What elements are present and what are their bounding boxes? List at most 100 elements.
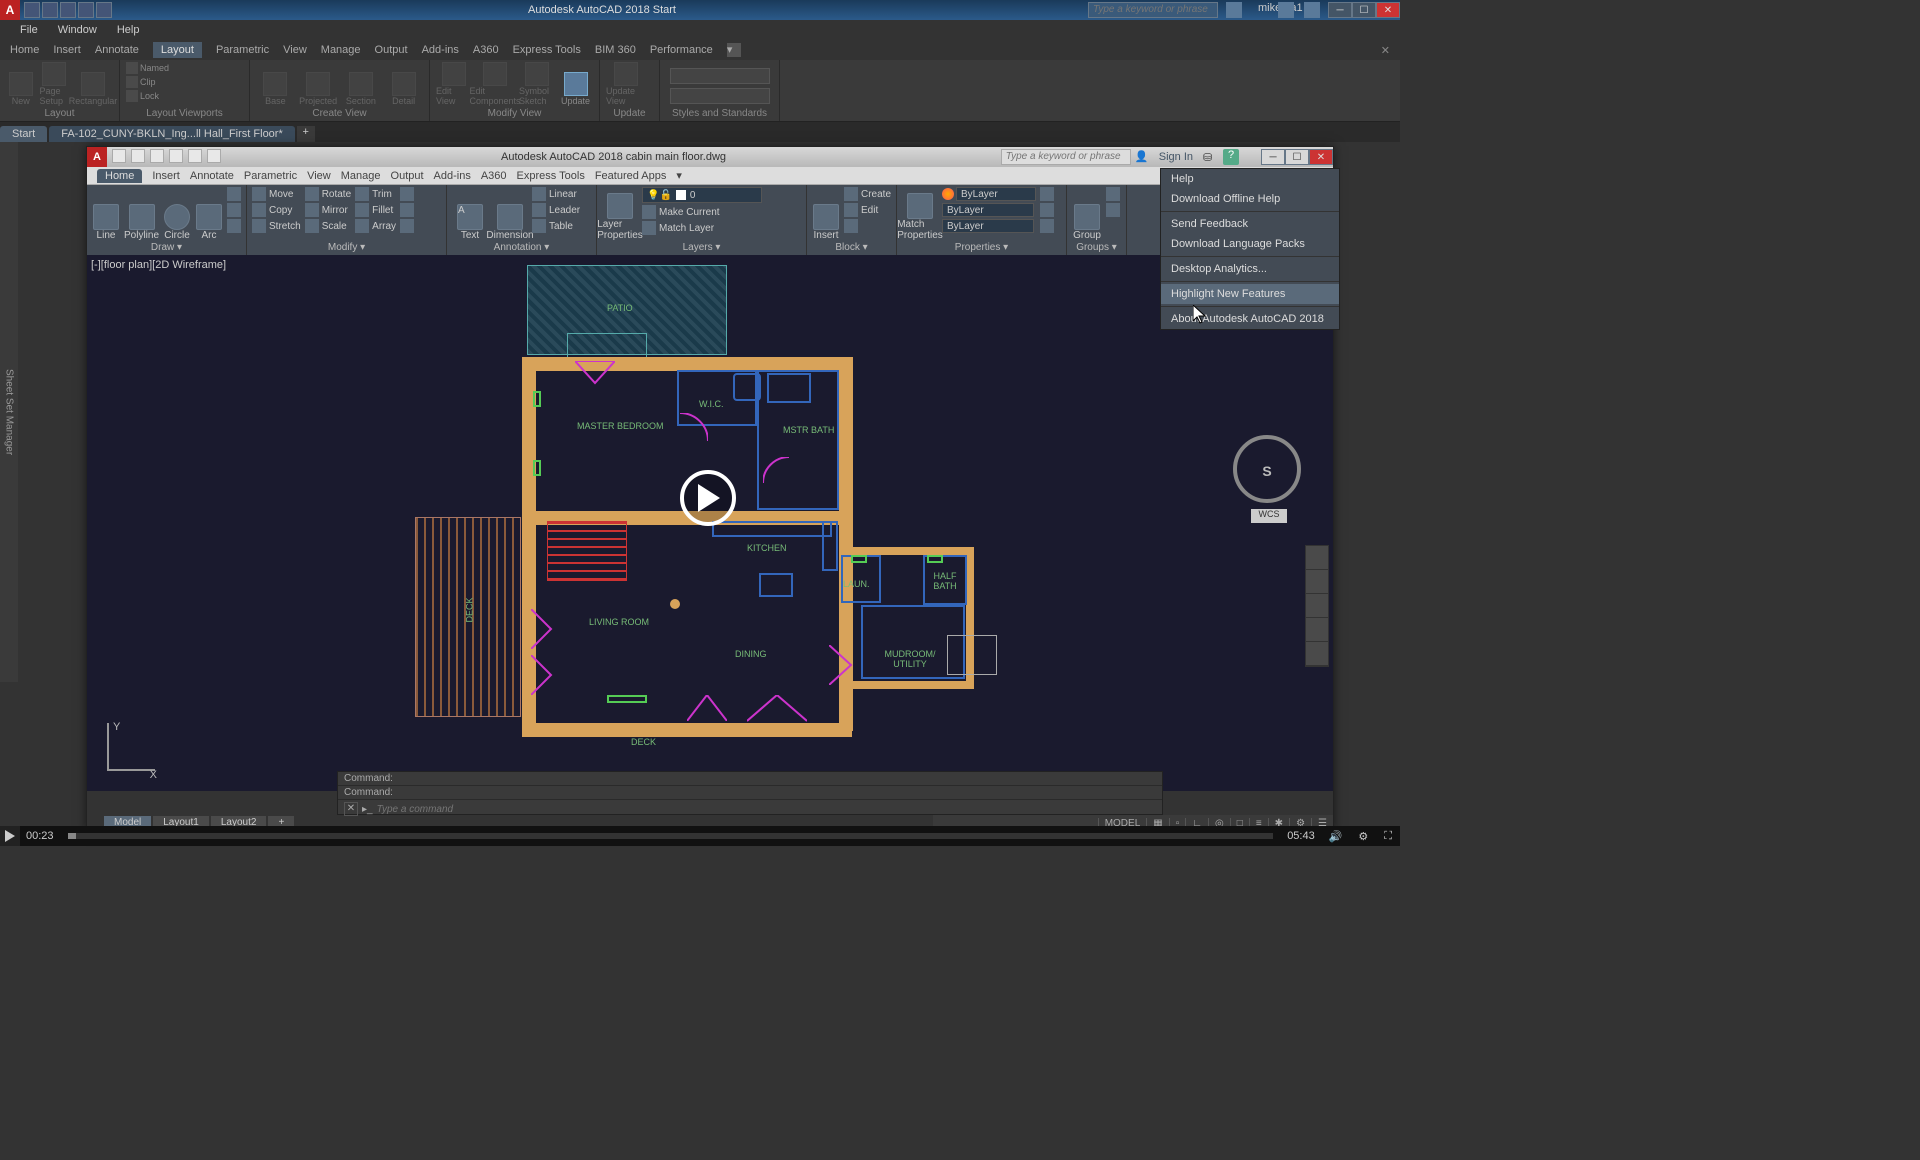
fillet-button[interactable]: Fillet: [355, 203, 396, 217]
scale-button[interactable]: Scale: [305, 219, 351, 233]
dimension-button[interactable]: Dimension: [492, 187, 528, 241]
layer-dropdown[interactable]: 💡🔓0: [642, 187, 762, 203]
tab-a360[interactable]: A360: [473, 44, 499, 56]
style-combo-1[interactable]: [670, 68, 770, 84]
inner-qat-save-icon[interactable]: [150, 149, 164, 163]
inner-tab-parametric[interactable]: Parametric: [244, 170, 297, 182]
copy-button[interactable]: Copy: [252, 203, 301, 217]
modify-extra-1[interactable]: [400, 187, 418, 201]
maximize-button[interactable]: ☐: [1352, 2, 1376, 18]
props-extra-2[interactable]: [1040, 203, 1058, 217]
signin-link[interactable]: Sign In: [1153, 151, 1199, 163]
inner-exchange-icon[interactable]: ⛁: [1203, 151, 1217, 164]
nav-orbit-icon[interactable]: [1306, 618, 1328, 642]
wcs-label[interactable]: WCS: [1251, 509, 1287, 523]
tab-bim360[interactable]: BIM 360: [595, 44, 636, 56]
qat-save-icon[interactable]: [60, 2, 76, 18]
inner-tab-annotate[interactable]: Annotate: [190, 170, 234, 182]
circle-button[interactable]: Circle: [163, 187, 191, 241]
make-current-button[interactable]: Make Current: [642, 205, 762, 219]
layer-properties-button[interactable]: Layer Properties: [602, 187, 638, 241]
linetype-dropdown[interactable]: ByLayer: [942, 219, 1034, 233]
sheet-set-manager-panel[interactable]: Sheet Set Manager: [0, 142, 18, 682]
tab-view[interactable]: View: [283, 44, 307, 56]
inner-app-logo-icon[interactable]: A: [87, 147, 107, 167]
menu-file[interactable]: File: [20, 24, 38, 36]
lock-vp-button[interactable]: Lock: [126, 90, 159, 102]
draw-extra-1[interactable]: [227, 187, 241, 201]
qat-new-icon[interactable]: [24, 2, 40, 18]
clip-vp-button[interactable]: Clip: [126, 76, 156, 88]
rect-viewport-button[interactable]: Rectangular: [73, 62, 113, 106]
color-dropdown[interactable]: ByLayer: [956, 187, 1036, 201]
help-icon[interactable]: [1304, 2, 1320, 18]
inner-a360-icon[interactable]: 👤: [1135, 150, 1149, 164]
command-line[interactable]: Command: Command: ✕ ▸_: [337, 771, 1163, 815]
inner-tab-express[interactable]: Express Tools: [517, 170, 585, 182]
inner-maximize-button[interactable]: ☐: [1285, 149, 1309, 165]
tab-layout[interactable]: Layout: [153, 42, 202, 58]
draw-extra-2[interactable]: [227, 203, 241, 217]
player-progress-bar[interactable]: [68, 833, 1274, 839]
table-button[interactable]: Table: [532, 219, 580, 233]
help-menu-item[interactable]: About Autodesk AutoCAD 2018: [1161, 309, 1339, 329]
command-input[interactable]: [377, 804, 1156, 815]
video-play-overlay[interactable]: [680, 470, 736, 526]
detail-view-button[interactable]: Detail: [384, 62, 423, 106]
qat-undo-icon[interactable]: [96, 2, 112, 18]
inner-tab-a360[interactable]: A360: [481, 170, 507, 182]
inner-tab-manage[interactable]: Manage: [341, 170, 381, 182]
props-extra-3[interactable]: [1040, 219, 1058, 233]
tab-output[interactable]: Output: [375, 44, 408, 56]
line-button[interactable]: Line: [92, 187, 120, 241]
ribbon-minimize-icon[interactable]: ▾: [727, 43, 741, 57]
inner-tab-insert[interactable]: Insert: [152, 170, 180, 182]
inner-minimize-button[interactable]: ─: [1261, 149, 1285, 165]
a360-icon[interactable]: [1226, 2, 1242, 18]
tab-drawing-1[interactable]: FA-102_CUNY-BKLN_Ing...ll Hall_First Flo…: [49, 126, 295, 142]
base-view-button[interactable]: Base: [256, 62, 295, 106]
modify-extra-3[interactable]: [400, 219, 418, 233]
text-button[interactable]: AText: [452, 187, 488, 241]
help-menu-item[interactable]: Desktop Analytics...: [1161, 259, 1339, 279]
qat-open-icon[interactable]: [42, 2, 58, 18]
named-vp-button[interactable]: Named: [126, 62, 169, 74]
nav-zoom-icon[interactable]: [1306, 594, 1328, 618]
match-layer-button[interactable]: Match Layer: [642, 221, 762, 235]
player-play-button[interactable]: [0, 826, 20, 846]
inner-qat-new-icon[interactable]: [112, 149, 126, 163]
linear-button[interactable]: Linear: [532, 187, 580, 201]
exchange-icon[interactable]: [1278, 2, 1294, 18]
nav-pan-icon[interactable]: [1306, 570, 1328, 594]
modify-extra-2[interactable]: [400, 203, 418, 217]
group-extra-1[interactable]: [1106, 187, 1121, 201]
user-name-label[interactable]: mikeafa1: [1252, 2, 1268, 18]
inner-qat-redo-icon[interactable]: [207, 149, 221, 163]
match-props-button[interactable]: Match Properties: [902, 187, 938, 241]
nav-bar[interactable]: [1305, 545, 1329, 667]
edit-view-button[interactable]: Edit View: [436, 62, 471, 106]
ucs-icon[interactable]: Y X: [97, 721, 157, 781]
create-block-button[interactable]: Create: [844, 187, 891, 201]
draw-extra-3[interactable]: [227, 219, 241, 233]
style-combo-2[interactable]: [670, 88, 770, 104]
group-extra-2[interactable]: [1106, 203, 1121, 217]
tab-annotate[interactable]: Annotate: [95, 44, 139, 56]
help-menu-item[interactable]: Highlight New Features: [1161, 284, 1339, 304]
view-cube[interactable]: S WCS: [1233, 435, 1303, 505]
inner-ribbon-minimize-icon[interactable]: ▾: [676, 169, 682, 182]
group-button[interactable]: Group: [1072, 187, 1102, 241]
menu-window[interactable]: Window: [58, 24, 97, 36]
inner-close-button[interactable]: ✕: [1309, 149, 1333, 165]
trim-button[interactable]: Trim: [355, 187, 396, 201]
array-button[interactable]: Array: [355, 219, 396, 233]
tab-parametric[interactable]: Parametric: [216, 44, 269, 56]
inner-qat-open-icon[interactable]: [131, 149, 145, 163]
qat-saveas-icon[interactable]: [78, 2, 94, 18]
section-view-button[interactable]: Section: [342, 62, 381, 106]
inner-qat-print-icon[interactable]: [169, 149, 183, 163]
outer-search-input[interactable]: [1089, 4, 1217, 15]
edit-block-button[interactable]: Edit: [844, 203, 891, 217]
tab-manage[interactable]: Manage: [321, 44, 361, 56]
player-volume-icon[interactable]: 🔊: [1321, 830, 1351, 843]
